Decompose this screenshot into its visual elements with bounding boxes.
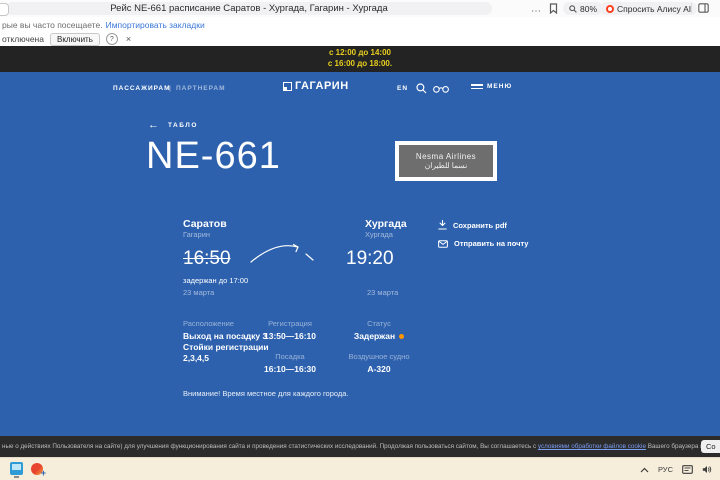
alice-button[interactable]: Спросить Алису AI (600, 2, 697, 15)
nav-passengers[interactable]: ПАССАЖИРАМ (113, 85, 171, 92)
keyboard-language[interactable]: РУС (658, 465, 673, 474)
checkin-column: Регистрация 13:50—16:10 Посадка 16:10—16… (252, 318, 328, 375)
extension-notice-bar: отключена Включить ? × (0, 32, 720, 46)
arrival-city: Хургада (365, 219, 407, 230)
status-column: Статус Задержан Воздушное судно А-320 (333, 318, 425, 375)
departure-airport: Гагарин (183, 230, 227, 240)
taskbar-app-icon-display[interactable] (10, 462, 23, 475)
save-pdf-button[interactable]: Сохранить pdf (438, 220, 507, 230)
help-icon[interactable]: ? (106, 33, 118, 45)
local-time-note: Внимание! Время местное для каждого горо… (183, 388, 349, 399)
back-arrow-icon: ← (148, 120, 159, 130)
taskbar: РУС (0, 457, 720, 480)
bookmark-icon[interactable] (549, 3, 558, 14)
zoom-control[interactable]: 80% (563, 2, 603, 15)
menu-button[interactable]: МЕНЮ (471, 83, 512, 90)
back-to-board-link[interactable]: ← ТАБЛО (148, 120, 198, 130)
screen: Рейс NE-661 расписание Саратов - Хургада… (0, 0, 720, 480)
alert-line-2: с 16:00 до 18:00. (328, 58, 392, 69)
send-email-button[interactable]: Отправить на почту (438, 239, 528, 248)
nav-divider: | (169, 85, 171, 92)
accessibility-glasses-icon[interactable] (433, 85, 449, 93)
delay-note: задержан до 17:00 (183, 275, 248, 286)
arrival-airport: Хургада (365, 230, 407, 240)
boarding-value: 16:10—16:30 (252, 364, 328, 375)
zoom-level: 80% (580, 4, 597, 14)
cookie-banner: ные о действиях Пользователя на сайте) д… (0, 436, 720, 457)
logo-text: ГАГАРИН (295, 80, 349, 92)
airport-page: ПАССАЖИРАМ | ПАРТНЕРАМ ГАГАРИН EN МЕНЮ ←… (0, 72, 720, 436)
alert-line-1: с 12:00 до 14:00 (329, 47, 391, 58)
site-alert-banner: с 12:00 до 14:00 с 16:00 до 18:00. (0, 46, 720, 72)
airline-logo: Nesma Airlines نسما للطيران (395, 141, 497, 181)
import-bookmarks-link[interactable]: Импортировать закладки (106, 20, 205, 30)
cookie-terms-link[interactable]: условиями обработки файлов cookie (538, 443, 646, 450)
back-label: ТАБЛО (168, 122, 198, 129)
search-icon[interactable] (416, 83, 427, 94)
departure-time: 16:50 (183, 248, 231, 269)
route-arrow-icon (248, 240, 322, 268)
send-email-label: Отправить на почту (454, 239, 528, 248)
browser-toolbar: Рейс NE-661 расписание Саратов - Хургада… (0, 0, 720, 18)
taskbar-app-icon-browser[interactable] (31, 463, 43, 475)
boarding-label: Посадка (252, 351, 328, 362)
aircraft-label: Воздушное судно (333, 351, 425, 362)
status-dot-icon (399, 334, 404, 339)
envelope-icon (438, 240, 448, 248)
download-icon (438, 220, 447, 230)
checkin-value: 13:50—16:10 (252, 331, 328, 342)
alice-icon (606, 5, 614, 13)
menu-label: МЕНЮ (487, 83, 512, 90)
departure-date: 23 марта (183, 287, 214, 298)
address-bar[interactable]: Рейс NE-661 расписание Саратов - Хургада… (6, 2, 492, 15)
page-title: Рейс NE-661 расписание Саратов - Хургада… (110, 3, 388, 14)
flight-number: NE-661 (146, 136, 281, 176)
system-tray: РУС (640, 458, 712, 480)
cookie-text-before: ные о действиях Пользователя на сайте) д… (2, 443, 538, 450)
checkin-label: Регистрация (252, 318, 328, 329)
close-icon[interactable]: × (126, 34, 131, 44)
arrival-block: Хургада Хургада (365, 219, 407, 240)
enable-button[interactable]: Включить (50, 33, 100, 46)
save-pdf-label: Сохранить pdf (453, 221, 507, 230)
departure-city: Саратов (183, 219, 227, 230)
status-value: Задержан (354, 331, 395, 342)
aircraft-value: А-320 (333, 364, 425, 375)
cookie-text: ные о действиях Пользователя на сайте) д… (2, 443, 720, 450)
extension-notice-text: отключена (2, 34, 44, 44)
status-label: Статус (333, 318, 425, 329)
bookmarks-notice-bar: рые вы часто посещаете. Импортировать за… (0, 17, 720, 32)
bookmarks-notice-text: рые вы часто посещаете. (2, 20, 103, 30)
gagarin-logo[interactable]: ГАГАРИН (283, 80, 349, 92)
airline-name: Nesma Airlines (416, 152, 476, 161)
alice-button-label: Спросить Алису AI (617, 4, 691, 14)
volume-icon[interactable] (702, 465, 712, 474)
toolbar-divider (691, 3, 692, 13)
lang-switch[interactable]: EN (397, 85, 408, 92)
hamburger-icon (471, 84, 483, 89)
cookie-accept-button[interactable]: Со (701, 440, 720, 453)
window-corner-icon (0, 3, 9, 16)
airline-name-arabic: نسما للطيران (425, 161, 467, 170)
logo-icon (283, 82, 292, 91)
tray-panel-icon[interactable] (682, 465, 693, 474)
departure-block: Саратов Гагарин (183, 219, 227, 240)
nav-partners[interactable]: ПАРТНЕРАМ (176, 85, 226, 92)
arrival-time: 19:20 (346, 248, 394, 269)
side-panel-icon[interactable] (698, 3, 709, 13)
arrival-date: 23 марта (367, 287, 398, 298)
zoom-magnifier-icon (569, 5, 577, 13)
tray-chevron-icon[interactable] (640, 467, 649, 473)
